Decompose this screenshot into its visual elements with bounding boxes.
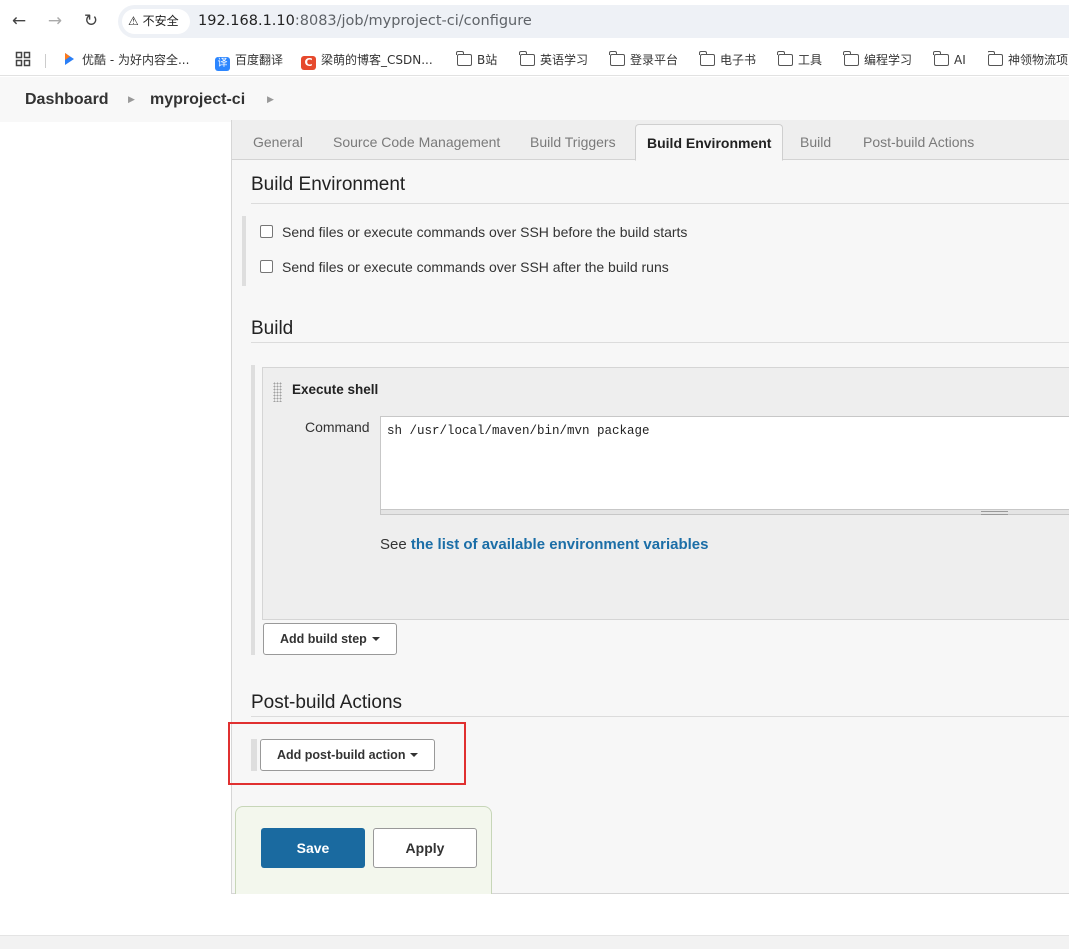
bookmark-csdn[interactable]: C 梁萌的博客_CSDN...: [301, 51, 433, 70]
csdn-icon: C: [301, 56, 316, 70]
chevron-right-icon[interactable]: ▶: [267, 77, 274, 122]
folder-icon: [777, 51, 793, 66]
drag-handle-icon[interactable]: [273, 382, 282, 402]
bookmark-logistics[interactable]: 神领物流项: [988, 51, 1069, 69]
security-chip[interactable]: ⚠ 不安全: [122, 9, 190, 34]
ssh-before-checkbox[interactable]: [260, 225, 273, 238]
add-build-step-button[interactable]: Add build step: [263, 623, 397, 655]
section-divider: [251, 203, 1069, 204]
ssh-after-checkbox[interactable]: [260, 260, 273, 273]
bookmark-ebooks[interactable]: 电子书: [699, 51, 756, 69]
url-host: 192.168.1.10: [198, 13, 295, 29]
reload-icon[interactable]: ↻: [81, 10, 101, 32]
bookmarks-bar: 优酷 - 为好内容全... 译百度翻译 C 梁萌的博客_CSDN... B站 英语…: [0, 44, 1069, 76]
form-actions-bar: Save Apply: [235, 806, 492, 894]
bookmark-programming[interactable]: 编程学习: [843, 51, 912, 69]
folder-icon: [988, 51, 1003, 66]
post-build-heading: Post-build Actions: [251, 692, 403, 713]
add-build-step-label: Add build step: [280, 632, 367, 646]
folder-icon: [843, 51, 859, 66]
breadcrumb: Dashboard ▶ myproject-ci ▶: [0, 77, 1069, 122]
translate-icon: 译: [215, 57, 230, 71]
folder-icon: [519, 51, 535, 66]
tab-source-code-management[interactable]: Source Code Management: [322, 124, 511, 160]
tab-build-triggers[interactable]: Build Triggers: [519, 124, 627, 160]
env-vars-help: See the list of available environment va…: [380, 536, 708, 553]
highlight-box: [228, 722, 466, 785]
bookmark-baidu-translate[interactable]: 译百度翻译: [215, 51, 283, 71]
env-vars-link[interactable]: the list of available environment variab…: [411, 536, 709, 553]
apply-button[interactable]: Apply: [373, 828, 477, 868]
build-heading: Build: [251, 318, 294, 339]
apps-grid-icon[interactable]: [15, 51, 31, 69]
tab-build[interactable]: Build: [789, 124, 842, 160]
section-divider: [251, 342, 1069, 343]
url-text[interactable]: 192.168.1.10:8083/job/myproject-ci/confi…: [198, 5, 532, 38]
see-prefix: See: [380, 536, 411, 553]
build-environment-heading: Build Environment: [251, 174, 406, 195]
caret-down-icon: [371, 637, 380, 641]
bookmark-tools[interactable]: 工具: [777, 51, 822, 69]
page-footer: [0, 935, 1069, 949]
config-tabs: General Source Code Management Build Tri…: [232, 120, 1069, 161]
folder-icon: [933, 51, 949, 66]
back-arrow-icon[interactable]: ←: [9, 10, 29, 32]
build-environment-options: Send files or execute commands over SSH …: [242, 216, 1069, 286]
folder-icon: [609, 51, 625, 66]
ssh-after-label[interactable]: Send files or execute commands over SSH …: [282, 259, 669, 275]
command-label: Command: [305, 419, 370, 435]
ssh-after-option: Send files or execute commands over SSH …: [260, 258, 669, 276]
bookmark-youku[interactable]: 优酷 - 为好内容全...: [62, 51, 189, 69]
security-label: 不安全: [142, 14, 179, 28]
bookmark-english[interactable]: 英语学习: [519, 51, 588, 69]
folder-icon: [456, 51, 472, 66]
build-steps-container: Execute shell Command sh /usr/local/mave…: [251, 365, 1069, 655]
breadcrumb-project[interactable]: myproject-ci: [150, 77, 245, 122]
breadcrumb-dashboard[interactable]: Dashboard: [25, 77, 109, 122]
browser-toolbar: ← → ↻ ⚠ 不安全 192.168.1.10:8083/job/myproj…: [0, 0, 1069, 44]
url-path: :8083/job/myproject-ci/configure: [294, 13, 532, 29]
folder-icon: [699, 51, 715, 66]
bookmark-bilibili[interactable]: B站: [456, 51, 497, 69]
warning-icon: ⚠: [128, 14, 139, 28]
command-textarea[interactable]: sh /usr/local/maven/bin/mvn package: [380, 416, 1069, 510]
ssh-before-option: Send files or execute commands over SSH …: [260, 223, 687, 241]
bookmark-ai[interactable]: AI: [933, 51, 966, 69]
execute-shell-step: Execute shell Command sh /usr/local/mave…: [262, 367, 1069, 620]
forward-arrow-icon[interactable]: →: [45, 10, 65, 32]
section-divider: [251, 716, 1069, 717]
textarea-resize-handle[interactable]: [380, 510, 1069, 515]
youku-icon: [62, 52, 77, 66]
ssh-before-label[interactable]: Send files or execute commands over SSH …: [282, 224, 687, 240]
tab-general[interactable]: General: [242, 124, 314, 160]
step-title: Execute shell: [292, 382, 379, 397]
bookmark-login[interactable]: 登录平台: [609, 51, 678, 69]
bookmark-divider: [45, 54, 46, 68]
tab-build-environment[interactable]: Build Environment: [635, 124, 784, 161]
tab-post-build-actions[interactable]: Post-build Actions: [852, 124, 985, 160]
address-bar[interactable]: ⚠ 不安全 192.168.1.10:8083/job/myproject-ci…: [118, 5, 1069, 38]
save-button[interactable]: Save: [261, 828, 365, 868]
chevron-right-icon[interactable]: ▶: [128, 77, 135, 122]
